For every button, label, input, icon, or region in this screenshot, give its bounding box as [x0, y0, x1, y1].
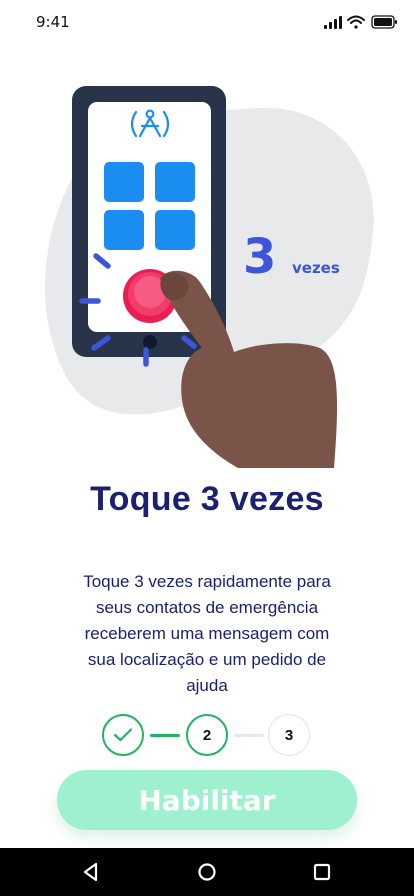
system-nav-bar [0, 848, 414, 896]
status-time: 9:41 [36, 13, 70, 31]
step-connector-completed [150, 734, 180, 737]
battery-icon [371, 15, 397, 29]
wifi-icon [347, 15, 365, 29]
home-icon[interactable] [195, 860, 219, 884]
step-2-label: 2 [202, 726, 212, 744]
badge-number: 3 [243, 229, 276, 285]
step-3-label: 3 [284, 726, 294, 744]
step-2-current: 2 [186, 714, 228, 756]
check-icon [113, 728, 133, 742]
illustration: 3 vezes [44, 86, 374, 468]
signal-icon [324, 16, 342, 29]
back-icon[interactable] [79, 860, 103, 884]
step-1-completed [102, 714, 144, 756]
enable-button[interactable]: Habilitar [57, 770, 357, 830]
recents-icon[interactable] [310, 860, 334, 884]
step-3-upcoming: 3 [268, 714, 310, 756]
page-description: Toque 3 vezes rapidamente para seus cont… [83, 572, 331, 695]
stepper: 2 3 [102, 714, 314, 760]
page-title: Toque 3 vezes [90, 480, 324, 518]
status-bar: 9:41 [0, 0, 414, 44]
step-connector-upcoming [234, 734, 264, 737]
badge-word: vezes [292, 259, 340, 277]
status-icons [324, 15, 397, 29]
